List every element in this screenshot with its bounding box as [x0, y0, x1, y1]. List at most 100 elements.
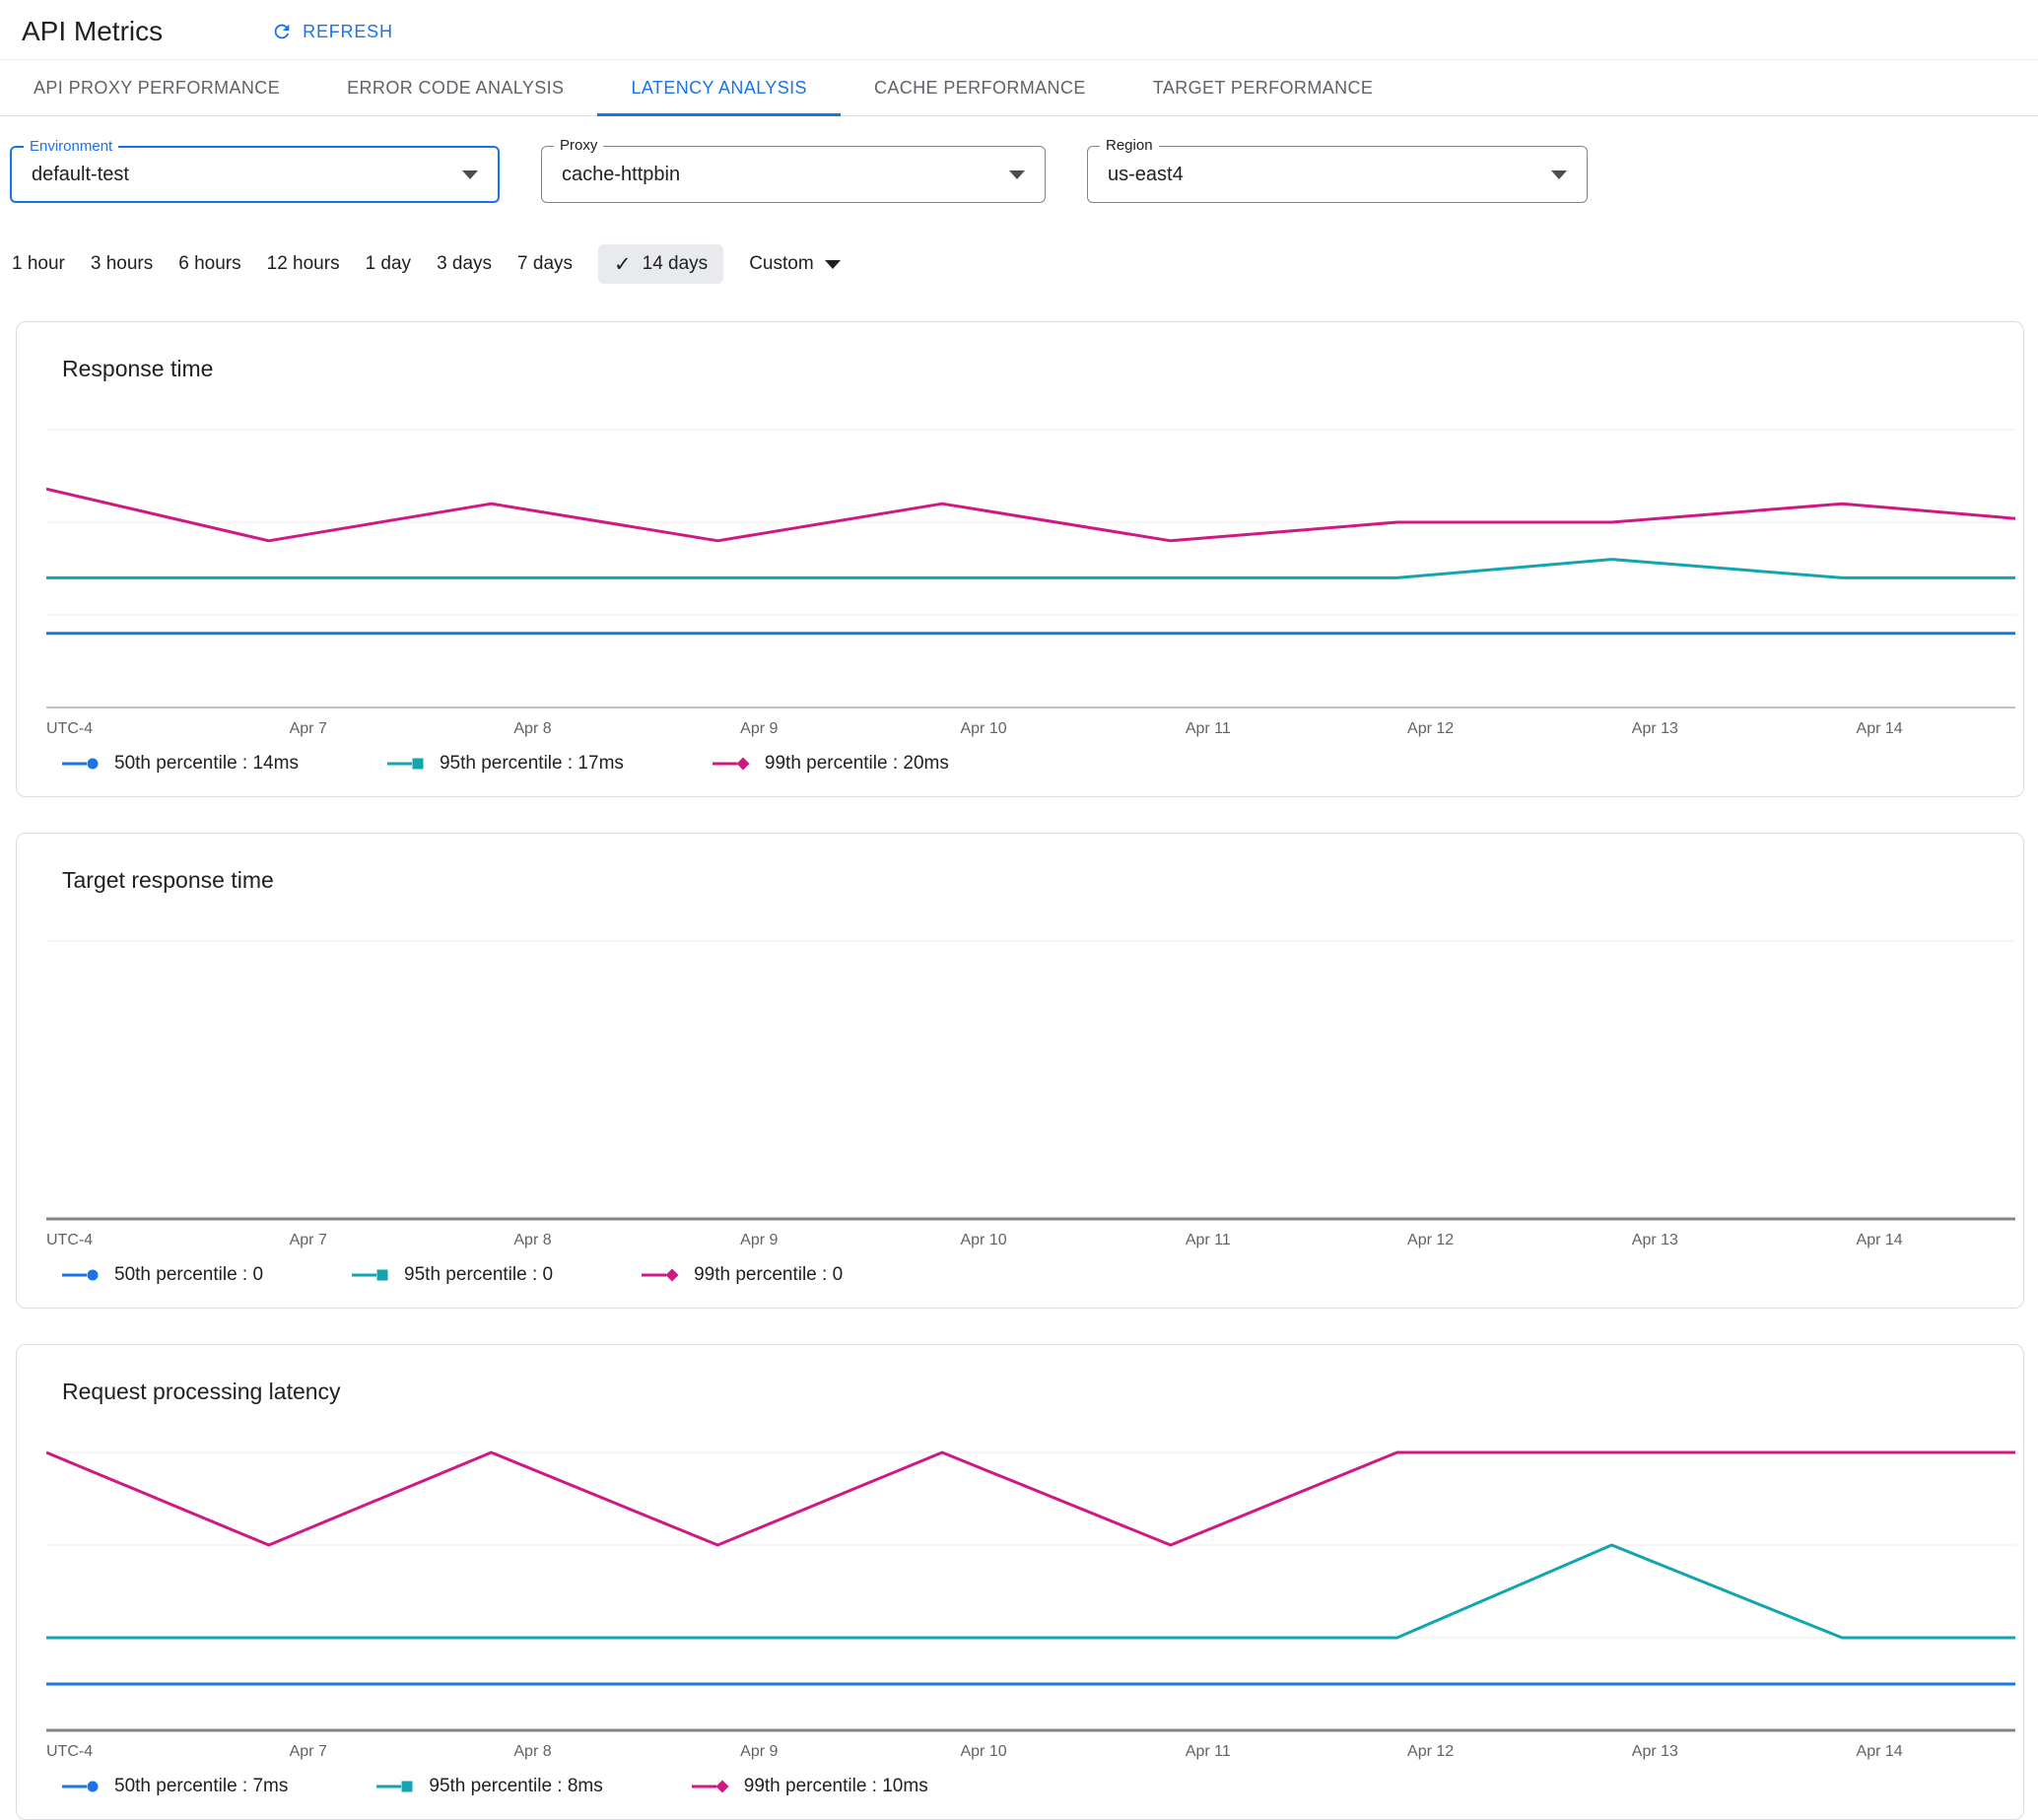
- proxy-value: cache-httpbin: [562, 163, 681, 185]
- time-range-7-days[interactable]: 7 days: [517, 253, 573, 275]
- legend-item: 95th percentile : 0: [352, 1264, 553, 1286]
- response-time-card: Response time UTC-4 Apr 7 Apr 8 Apr 9 Apr 10…: [16, 321, 2024, 797]
- x-axis-note: UTC-4: [46, 1232, 94, 1248]
- x-tick-label: Apr 11: [1185, 720, 1231, 737]
- legend-item: 99th percentile : 10ms: [691, 1776, 928, 1797]
- response-time-chart-plot: [46, 424, 2015, 709]
- response-time-legend: 50th percentile : 14ms 95th percentile : …: [62, 753, 2015, 775]
- series-line-99th-percentile: [46, 1450, 2015, 1547]
- environment-select[interactable]: Environment default-test: [10, 138, 500, 203]
- filter-row: Environment default-test Proxy cache-htt…: [10, 137, 2038, 203]
- proxy-label: Proxy: [554, 137, 604, 155]
- refresh-button[interactable]: REFRESH: [265, 20, 399, 43]
- x-tick-label: Apr 10: [960, 1232, 1007, 1248]
- series-line-95th-percentile: [46, 558, 2015, 579]
- region-label: Region: [1100, 137, 1159, 155]
- series-line-99th-percentile: [46, 487, 2015, 543]
- legend-marker-circle-icon: [62, 758, 99, 770]
- environment-value: default-test: [32, 163, 129, 185]
- x-tick-label: Apr 10: [960, 720, 1007, 737]
- response-time-x-axis: UTC-4 Apr 7 Apr 8 Apr 9 Apr 10 Apr 11 Apr 12 Ap…: [46, 715, 2015, 741]
- x-tick-label: Apr 14: [1856, 1743, 1903, 1760]
- legend-label: 95th percentile : 0: [404, 1264, 554, 1285]
- legend-label: 95th percentile : 17ms: [439, 753, 624, 774]
- x-tick-label: Apr 9: [740, 1232, 779, 1248]
- custom-range-button[interactable]: Custom: [749, 253, 841, 275]
- legend-label: 50th percentile : 7ms: [114, 1776, 289, 1796]
- chart-svg: [46, 429, 2015, 708]
- request-processing-latency-legend: 50th percentile : 7ms 95th percentile : 8…: [62, 1776, 2015, 1797]
- x-tick-label: Apr 10: [960, 1743, 1007, 1760]
- dropdown-arrow-icon: [824, 259, 841, 269]
- tab-target-performance[interactable]: TARGET PERFORMANCE: [1120, 60, 1407, 115]
- x-tick-label: Apr 13: [1631, 720, 1678, 737]
- x-axis-note: UTC-4: [46, 720, 94, 737]
- target-response-time-chart-plot: [46, 935, 2015, 1221]
- legend-item: 50th percentile : 0: [62, 1264, 263, 1286]
- x-tick-label: Apr 13: [1631, 1743, 1678, 1760]
- legend-label: 99th percentile : 10ms: [743, 1776, 928, 1796]
- legend-label: 95th percentile : 8ms: [429, 1776, 603, 1796]
- x-tick-label: Apr 14: [1856, 720, 1903, 737]
- legend-label: 50th percentile : 0: [114, 1264, 264, 1285]
- chart-title-response-time: Response time: [62, 356, 214, 381]
- custom-range-label: Custom: [749, 253, 814, 274]
- x-tick-label: Apr 11: [1185, 1232, 1231, 1248]
- x-tick-label: Apr 14: [1856, 1232, 1903, 1248]
- legend-marker-square-icon: [376, 1781, 413, 1792]
- legend-label: 50th percentile : 14ms: [114, 753, 299, 774]
- time-range-3-hours[interactable]: 3 hours: [91, 253, 153, 275]
- x-tick-label: Apr 7: [289, 1743, 327, 1760]
- x-axis-note: UTC-4: [46, 1743, 94, 1760]
- target-response-time-x-axis: UTC-4 Apr 7 Apr 8 Apr 9 Apr 10 Apr 11 Apr 12 Ap…: [46, 1227, 2015, 1252]
- request-processing-latency-x-axis: UTC-4 Apr 7 Apr 8 Apr 9 Apr 10 Apr 11 Apr 12 Ap…: [46, 1738, 2015, 1764]
- legend-item: 95th percentile : 17ms: [386, 753, 624, 775]
- x-tick-label: Apr 7: [289, 1232, 327, 1248]
- x-tick-label: Apr 12: [1407, 1232, 1455, 1248]
- tab-api-proxy-performance[interactable]: API PROXY PERFORMANCE: [0, 60, 313, 115]
- dropdown-arrow-icon: [1009, 169, 1025, 179]
- x-tick-label: Apr 9: [740, 720, 779, 737]
- legend-marker-diamond-icon: [712, 757, 750, 771]
- time-range-3-days[interactable]: 3 days: [437, 253, 492, 275]
- tab-cache-performance[interactable]: CACHE PERFORMANCE: [841, 60, 1120, 115]
- time-range-14-days-label: 14 days: [642, 253, 709, 274]
- page-title: API Metrics: [22, 16, 164, 46]
- proxy-select[interactable]: Proxy cache-httpbin: [541, 137, 1046, 203]
- chart-title-request-processing-latency: Request processing latency: [62, 1379, 341, 1404]
- time-range-1-hour[interactable]: 1 hour: [12, 253, 65, 275]
- series-line-95th-percentile: [46, 1543, 2015, 1640]
- time-range-12-hours[interactable]: 12 hours: [267, 253, 340, 275]
- refresh-icon: [274, 24, 290, 39]
- refresh-label: REFRESH: [303, 21, 393, 41]
- request-processing-latency-chart-plot: [46, 1447, 2015, 1732]
- dropdown-arrow-icon: [1551, 169, 1567, 179]
- x-tick-label: Apr 13: [1631, 1232, 1678, 1248]
- chart-svg: [46, 1450, 2015, 1732]
- x-tick-label: Apr 9: [740, 1743, 779, 1760]
- legend-marker-square-icon: [386, 758, 424, 770]
- legend-marker-diamond-icon: [642, 1268, 679, 1282]
- tab-error-code-analysis[interactable]: ERROR CODE ANALYSIS: [313, 60, 597, 115]
- environment-label: Environment: [24, 138, 119, 156]
- legend-marker-square-icon: [352, 1269, 388, 1281]
- page-header: API Metrics REFRESH: [0, 0, 2038, 59]
- x-tick-label: Apr 8: [513, 1232, 552, 1248]
- tab-bar: API PROXY PERFORMANCE ERROR CODE ANALYSI…: [0, 59, 2038, 116]
- x-tick-label: Apr 8: [513, 720, 552, 737]
- legend-marker-circle-icon: [62, 1781, 99, 1792]
- region-select[interactable]: Region us-east4: [1087, 137, 1588, 203]
- time-range-6-hours[interactable]: 6 hours: [178, 253, 240, 275]
- dropdown-arrow-icon: [462, 169, 478, 179]
- tab-latency-analysis[interactable]: LATENCY ANALYSIS: [597, 60, 842, 116]
- time-range-14-days-selected[interactable]: ✓ 14 days: [598, 244, 724, 284]
- chart-svg: [46, 940, 2015, 1221]
- x-tick-label: Apr 12: [1407, 1743, 1455, 1760]
- time-range-1-day[interactable]: 1 day: [366, 253, 411, 275]
- target-response-time-legend: 50th percentile : 0 95th percentile : 0 99…: [62, 1264, 2015, 1286]
- x-tick-label: Apr 7: [289, 720, 327, 737]
- legend-marker-diamond-icon: [691, 1780, 729, 1793]
- check-icon: ✓: [614, 252, 632, 276]
- request-processing-latency-card: Request processing latency UTC-4 Apr 7 Apr…: [16, 1344, 2024, 1820]
- legend-item: 95th percentile : 8ms: [376, 1776, 603, 1797]
